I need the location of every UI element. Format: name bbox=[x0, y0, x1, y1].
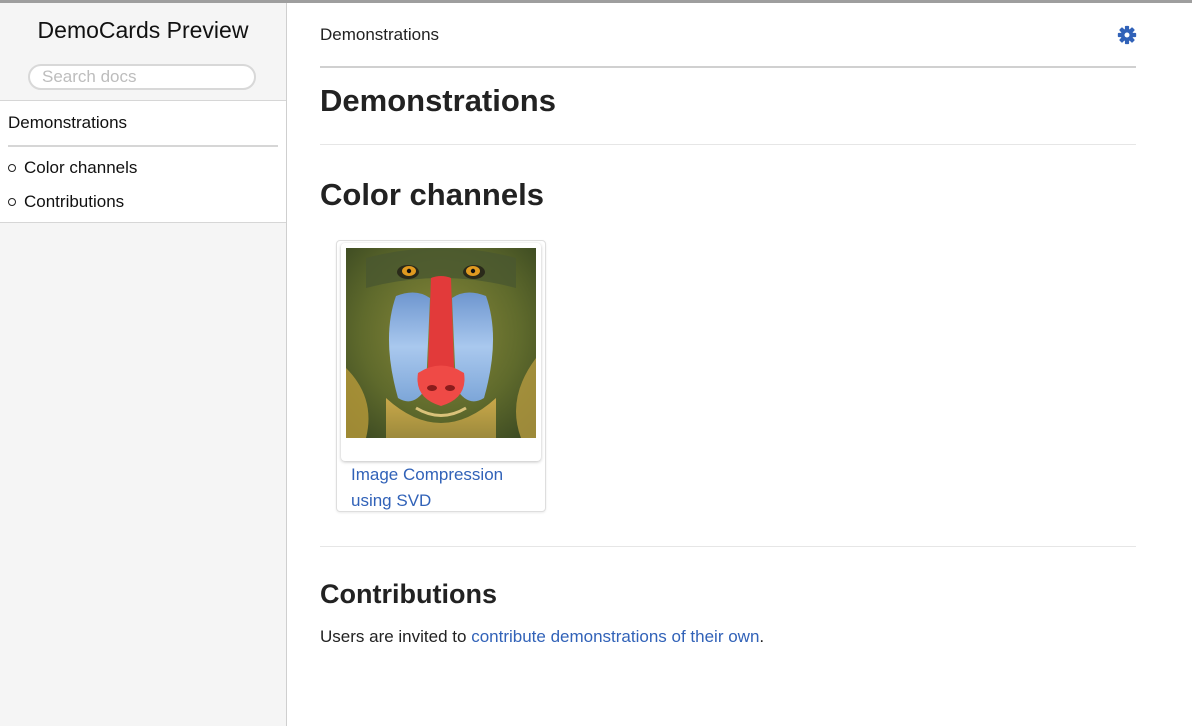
gear-icon[interactable] bbox=[1117, 25, 1137, 45]
sidebar-item-contributions[interactable]: Contributions bbox=[8, 192, 124, 212]
contribute-link[interactable]: contribute demonstrations of their own bbox=[471, 627, 759, 646]
contributions-paragraph: Users are invited to contribute demonstr… bbox=[320, 627, 764, 647]
site-title[interactable]: DemoCards Preview bbox=[0, 17, 286, 44]
sidebar-item-color-channels[interactable]: Color channels bbox=[8, 158, 137, 178]
demo-card[interactable]: Image Compression using SVD bbox=[336, 240, 546, 512]
paragraph-text-end: . bbox=[759, 627, 765, 646]
sidebar: DemoCards Preview Demonstrations Color c… bbox=[0, 3, 287, 726]
page-title: Demonstrations bbox=[320, 83, 556, 118]
mandrill-image[interactable] bbox=[346, 248, 536, 438]
sidebar-nav: Demonstrations Color channels Contributi… bbox=[0, 100, 286, 223]
breadcrumb[interactable]: Demonstrations bbox=[320, 25, 439, 45]
section-divider bbox=[320, 144, 1136, 145]
bullet-icon bbox=[8, 164, 16, 172]
section-heading-color-channels: Color channels bbox=[320, 177, 544, 212]
card-thumbnail-frame bbox=[341, 243, 541, 461]
card-title-link[interactable]: Image Compression using SVD bbox=[351, 462, 531, 514]
sidebar-item-label: Color channels bbox=[24, 158, 138, 177]
paragraph-text: Users are invited to bbox=[320, 627, 472, 646]
nav-divider bbox=[8, 145, 278, 147]
search-input[interactable] bbox=[28, 64, 256, 90]
sidebar-item-demonstrations[interactable]: Demonstrations bbox=[8, 113, 127, 133]
section-heading-contributions: Contributions bbox=[320, 579, 497, 609]
bullet-icon bbox=[8, 198, 16, 206]
sidebar-item-label: Contributions bbox=[24, 192, 125, 211]
section-divider bbox=[320, 546, 1136, 547]
header-divider bbox=[320, 66, 1136, 68]
